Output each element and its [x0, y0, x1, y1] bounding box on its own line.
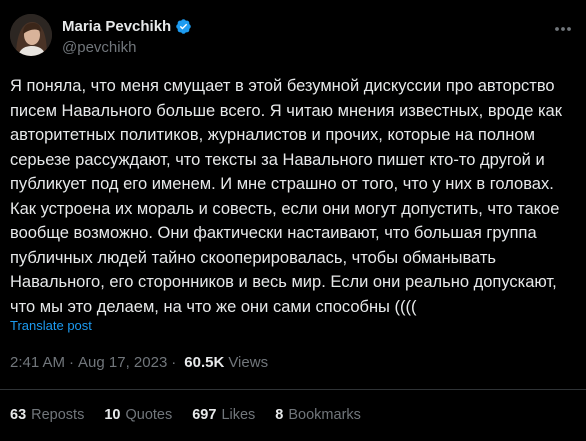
- display-name[interactable]: Maria Pevchikh: [62, 18, 171, 35]
- likes-count: 697: [192, 407, 217, 423]
- display-name-row: Maria Pevchikh: [62, 16, 192, 36]
- tweet-stats: 63 Reposts 10 Quotes 697 Likes 8 Bookmar…: [10, 407, 381, 423]
- tweet: Maria Pevchikh @pevchikh Я поняла, что м…: [0, 0, 586, 441]
- bookmarks-label: Bookmarks: [288, 407, 361, 423]
- divider: [0, 389, 586, 390]
- reposts-label: Reposts: [31, 407, 85, 423]
- reposts-count: 63: [10, 407, 27, 423]
- likes-label: Likes: [221, 407, 256, 423]
- reposts-stat[interactable]: 63 Reposts: [10, 407, 84, 423]
- tweet-text: Я поняла, что меня смущает в этой безумн…: [10, 77, 562, 316]
- views-label: Views: [228, 354, 269, 371]
- tweet-meta: 2:41 AM · Aug 17, 2023 · 60.5K Views: [10, 354, 268, 371]
- more-icon[interactable]: [552, 18, 574, 40]
- handle[interactable]: @pevchikh: [62, 39, 192, 56]
- tweet-header: Maria Pevchikh @pevchikh: [10, 14, 576, 58]
- tweet-date[interactable]: Aug 17, 2023: [78, 354, 167, 371]
- views-count: 60.5K: [184, 354, 225, 371]
- quotes-label: Quotes: [125, 407, 173, 423]
- meta-separator: ·: [69, 354, 75, 371]
- verified-badge-icon: [175, 18, 192, 35]
- tweet-time[interactable]: 2:41 AM: [10, 354, 65, 371]
- bookmarks-count: 8: [275, 407, 284, 423]
- avatar[interactable]: [10, 14, 52, 56]
- bookmarks-stat[interactable]: 8 Bookmarks: [275, 407, 361, 423]
- translate-post-link[interactable]: Translate post: [10, 318, 92, 333]
- author-names: Maria Pevchikh @pevchikh: [62, 16, 192, 56]
- quotes-count: 10: [104, 407, 121, 423]
- quotes-stat[interactable]: 10 Quotes: [104, 407, 172, 423]
- likes-stat[interactable]: 697 Likes: [192, 407, 255, 423]
- meta-separator: ·: [171, 354, 177, 371]
